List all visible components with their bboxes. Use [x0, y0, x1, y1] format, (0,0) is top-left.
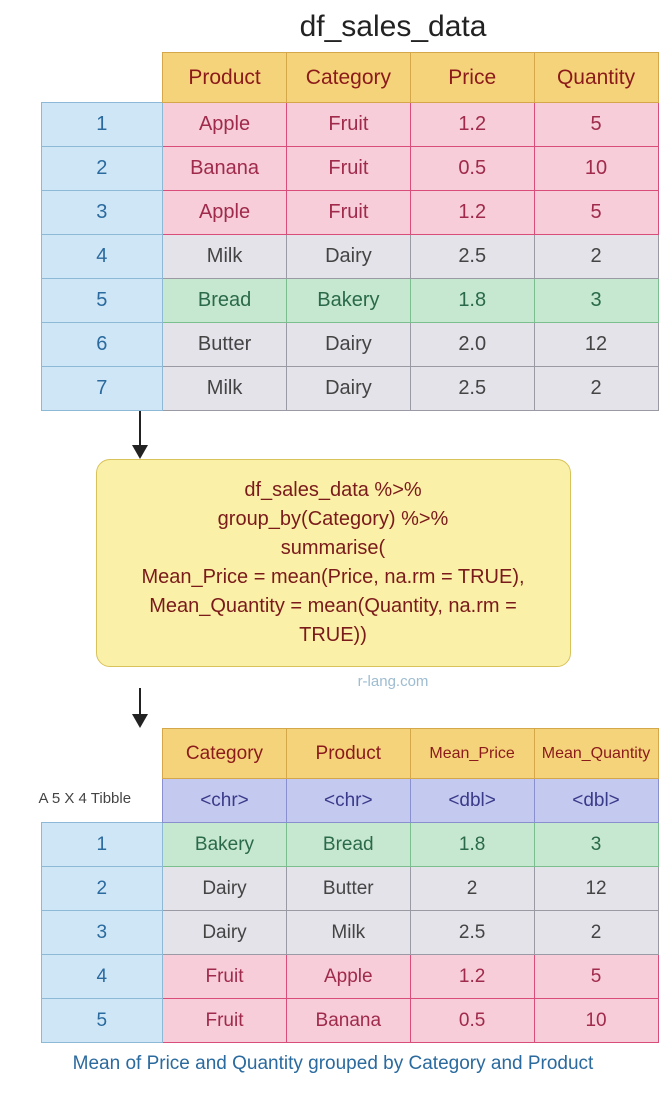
data-cell: Dairy — [286, 323, 410, 367]
data-cell: 2.5 — [410, 235, 534, 279]
row-index: 5 — [41, 279, 163, 323]
data-cell: 0.5 — [410, 147, 534, 191]
data-cell: 0.5 — [410, 999, 534, 1043]
data-cell: 12 — [534, 323, 658, 367]
data-cell: 2 — [534, 235, 658, 279]
table-row: 5BreadBakery1.83 — [41, 279, 658, 323]
page-title: df_sales_data — [180, 10, 487, 44]
type-row: <chr> <chr> <dbl> <dbl> — [41, 779, 658, 823]
t2-header: Mean_Price — [410, 729, 534, 779]
table-row: 3AppleFruit1.25 — [41, 191, 658, 235]
data-cell: Bread — [286, 823, 410, 867]
table-row: 7MilkDairy2.52 — [41, 367, 658, 411]
data-cell: 3 — [534, 823, 658, 867]
row-index: 2 — [41, 147, 163, 191]
type-cell: <chr> — [163, 779, 287, 823]
table-row: 1AppleFruit1.25 — [41, 103, 658, 147]
data-cell: 10 — [534, 999, 658, 1043]
t1-header: Product — [163, 53, 287, 103]
data-cell: Milk — [163, 235, 287, 279]
data-cell: Dairy — [286, 367, 410, 411]
data-cell: Fruit — [286, 103, 410, 147]
data-cell: 1.2 — [410, 191, 534, 235]
table-row: 2DairyButter212 — [41, 867, 658, 911]
table-row: 2BananaFruit0.510 — [41, 147, 658, 191]
data-cell: 3 — [534, 279, 658, 323]
tibble-label: A 5 X 4 Tibble — [39, 790, 132, 807]
data-cell: 5 — [534, 955, 658, 999]
data-cell: Dairy — [163, 867, 287, 911]
t1-header: Price — [410, 53, 534, 103]
row-index: 1 — [41, 823, 163, 867]
t2-header: Mean_Quantity — [534, 729, 658, 779]
data-cell: Fruit — [163, 999, 287, 1043]
data-cell: 12 — [534, 867, 658, 911]
data-cell: 10 — [534, 147, 658, 191]
data-cell: 1.2 — [410, 103, 534, 147]
data-cell: Bakery — [286, 279, 410, 323]
code-line: df_sales_data %>% — [115, 476, 552, 505]
arrow-down-icon — [120, 411, 160, 459]
table-row: 1BakeryBread1.83 — [41, 823, 658, 867]
data-cell: Apple — [286, 955, 410, 999]
row-index: 6 — [41, 323, 163, 367]
data-cell: Milk — [163, 367, 287, 411]
data-cell: 2 — [534, 367, 658, 411]
table-row: 5FruitBanana0.510 — [41, 999, 658, 1043]
data-cell: 1.8 — [410, 823, 534, 867]
data-cell: 2.5 — [410, 367, 534, 411]
type-cell: <dbl> — [534, 779, 658, 823]
t2-header: Category — [163, 729, 287, 779]
table-row: 4FruitApple1.25 — [41, 955, 658, 999]
data-cell: 1.2 — [410, 955, 534, 999]
caption: Mean of Price and Quantity grouped by Ca… — [73, 1053, 594, 1075]
data-cell: Fruit — [163, 955, 287, 999]
row-index: 1 — [41, 103, 163, 147]
row-index: 5 — [41, 999, 163, 1043]
row-index: 4 — [41, 955, 163, 999]
code-line: Mean_Quantity = mean(Quantity, na.rm = T… — [115, 592, 552, 650]
code-line: group_by(Category) %>% — [115, 505, 552, 534]
data-cell: Bread — [163, 279, 287, 323]
row-index: 7 — [41, 367, 163, 411]
table-row: 6ButterDairy2.012 — [41, 323, 658, 367]
table-row: 3DairyMilk2.52 — [41, 911, 658, 955]
row-index: 2 — [41, 867, 163, 911]
type-cell: <dbl> — [410, 779, 534, 823]
data-cell: 5 — [534, 103, 658, 147]
data-cell: Dairy — [286, 235, 410, 279]
row-index: 3 — [41, 191, 163, 235]
data-cell: 1.8 — [410, 279, 534, 323]
data-cell: Apple — [163, 191, 287, 235]
row-index: 4 — [41, 235, 163, 279]
input-table: Product Category Price Quantity 1AppleFr… — [41, 52, 659, 411]
data-cell: 2 — [534, 911, 658, 955]
output-table: A 5 X 4 Tibble Category Product Mean_Pri… — [41, 728, 659, 1043]
data-cell: 2.5 — [410, 911, 534, 955]
code-line: Mean_Price = mean(Price, na.rm = TRUE), — [115, 563, 552, 592]
table-row: 4MilkDairy2.52 — [41, 235, 658, 279]
t1-header: Category — [286, 53, 410, 103]
t2-header: Product — [286, 729, 410, 779]
code-box: df_sales_data %>% group_by(Category) %>%… — [96, 459, 571, 667]
row-index: 3 — [41, 911, 163, 955]
data-cell: Dairy — [163, 911, 287, 955]
data-cell: 5 — [534, 191, 658, 235]
data-cell: 2 — [410, 867, 534, 911]
data-cell: Bakery — [163, 823, 287, 867]
arrow-down-icon — [120, 688, 160, 728]
watermark: r-lang.com — [358, 673, 429, 690]
data-cell: Banana — [286, 999, 410, 1043]
data-cell: Butter — [163, 323, 287, 367]
data-cell: Fruit — [286, 191, 410, 235]
data-cell: Butter — [286, 867, 410, 911]
data-cell: Apple — [163, 103, 287, 147]
data-cell: Fruit — [286, 147, 410, 191]
type-cell: <chr> — [286, 779, 410, 823]
t1-header: Quantity — [534, 53, 658, 103]
code-line: summarise( — [115, 534, 552, 563]
data-cell: Banana — [163, 147, 287, 191]
data-cell: Milk — [286, 911, 410, 955]
data-cell: 2.0 — [410, 323, 534, 367]
